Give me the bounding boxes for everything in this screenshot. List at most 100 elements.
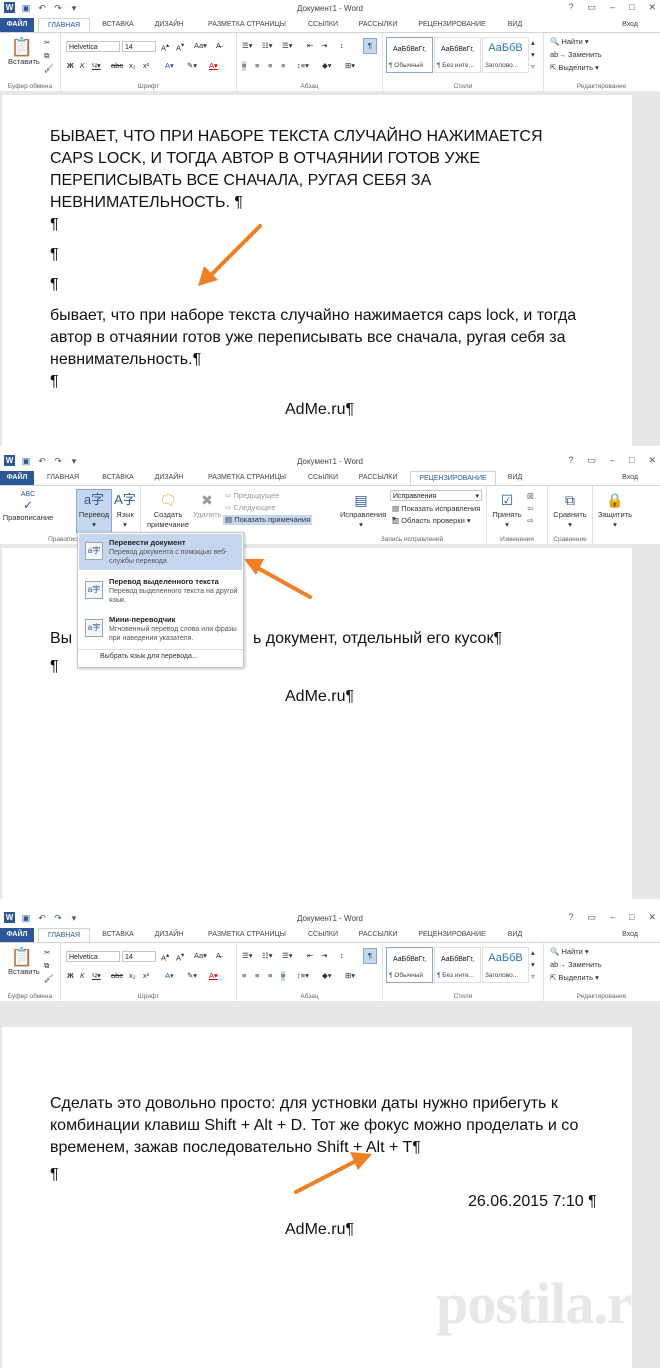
font-size-field[interactable]: 14 bbox=[122, 41, 156, 52]
styles-scroll-icon[interactable]: ▴ ▾ ▿ bbox=[531, 947, 535, 983]
underline-icon[interactable]: Ч▾ bbox=[92, 971, 101, 981]
sort-icon[interactable]: ↕ bbox=[340, 951, 344, 961]
menu-item-mini-translator[interactable]: a字 Мини-переводчик Мгновенный перевод сл… bbox=[79, 613, 242, 647]
format-painter-icon[interactable]: 🖌 bbox=[44, 64, 54, 74]
minimize-icon[interactable]: – bbox=[610, 2, 615, 13]
maximize-icon[interactable]: □ bbox=[629, 912, 634, 923]
new-comment-button[interactable]: 🗨 Создать примечание bbox=[143, 490, 193, 530]
menu-item-choose-language[interactable]: Выбрать язык для перевода... bbox=[79, 652, 242, 664]
copy-icon[interactable]: ⧉ bbox=[44, 961, 49, 971]
tab-references[interactable]: ССЫЛКИ bbox=[300, 928, 346, 942]
borders-icon[interactable]: ⊞▾ bbox=[345, 61, 355, 71]
close-icon[interactable]: ✕ bbox=[648, 455, 656, 466]
ribbon-display-icon[interactable]: ▭ bbox=[587, 2, 596, 13]
compare-button[interactable]: ⧉ Сравнить ▾ bbox=[550, 490, 590, 530]
multilevel-icon[interactable]: ☰▾ bbox=[282, 951, 293, 961]
accept-button[interactable]: ☑ Принять ▾ bbox=[489, 490, 525, 530]
superscript-icon[interactable]: x² bbox=[143, 61, 149, 71]
menu-item-translate-document[interactable]: a字 Перевести документ Перевод документа … bbox=[79, 534, 242, 570]
align-right-icon[interactable]: ≡ bbox=[268, 971, 272, 981]
replace-button[interactable]: ab→ Заменить bbox=[550, 960, 602, 970]
review-pane-button[interactable]: ▥ Область проверки ▾ bbox=[392, 516, 471, 526]
tab-file[interactable]: ФАЙЛ bbox=[0, 18, 34, 32]
tab-insert[interactable]: ВСТАВКА bbox=[95, 928, 141, 942]
strikethrough-icon[interactable]: abc bbox=[111, 971, 123, 981]
show-marks-icon[interactable]: ¶ bbox=[363, 38, 377, 54]
align-left-icon[interactable]: ≡ bbox=[242, 61, 247, 71]
borders-icon[interactable]: ⊞▾ bbox=[345, 971, 355, 981]
maximize-icon[interactable]: □ bbox=[629, 2, 634, 13]
cut-icon[interactable]: ✂ bbox=[44, 38, 50, 48]
increase-indent-icon[interactable]: ⇥ bbox=[321, 951, 327, 961]
paste-button[interactable]: 📋 Вставить bbox=[8, 947, 40, 977]
paste-button[interactable]: 📋 Вставить bbox=[8, 37, 40, 67]
sign-in-link[interactable]: Вход bbox=[622, 18, 638, 32]
maximize-icon[interactable]: □ bbox=[629, 455, 634, 466]
tab-home[interactable]: ГЛАВНАЯ bbox=[38, 18, 90, 33]
tab-layout[interactable]: РАЗМЕТКА СТРАНИЦЫ bbox=[198, 928, 296, 942]
help-icon[interactable]: ? bbox=[568, 2, 573, 13]
ribbon-display-icon[interactable]: ▭ bbox=[587, 455, 596, 466]
tab-layout[interactable]: РАЗМЕТКА СТРАНИЦЫ bbox=[198, 471, 296, 485]
show-marks-icon[interactable]: ¶ bbox=[363, 948, 377, 964]
spelling-button[interactable]: ABC ✓ Правописание bbox=[2, 490, 54, 523]
tab-references[interactable]: ССЫЛКИ bbox=[300, 471, 346, 485]
minimize-icon[interactable]: – bbox=[610, 912, 615, 923]
find-button[interactable]: 🔍 Найти ▾ bbox=[550, 37, 589, 47]
font-name-field[interactable]: Helvetica bbox=[66, 41, 120, 52]
shrink-font-icon[interactable]: A▾ bbox=[176, 41, 184, 54]
highlight-icon[interactable]: ✎▾ bbox=[187, 61, 197, 71]
style-no-spacing[interactable]: АаБбВвГг, ¶ Без инте... bbox=[434, 37, 481, 73]
tab-home[interactable]: ГЛАВНАЯ bbox=[38, 928, 90, 943]
language-button[interactable]: A字 Язык ▾ bbox=[112, 490, 138, 530]
tab-design[interactable]: ДИЗАЙН bbox=[148, 18, 190, 32]
text-effects-icon[interactable]: A▾ bbox=[165, 971, 174, 981]
font-color-icon[interactable]: A▾ bbox=[209, 971, 218, 981]
tab-file[interactable]: ФАЙЛ bbox=[0, 471, 34, 485]
tab-review[interactable]: РЕЦЕНЗИРОВАНИЕ bbox=[410, 18, 494, 32]
ribbon-display-icon[interactable]: ▭ bbox=[587, 912, 596, 923]
multilevel-icon[interactable]: ☰▾ bbox=[282, 41, 293, 51]
highlight-icon[interactable]: ✎▾ bbox=[187, 971, 197, 981]
line-spacing-icon[interactable]: ↕≡▾ bbox=[297, 971, 309, 981]
select-button[interactable]: ⇱ Выделить ▾ bbox=[550, 973, 599, 983]
styles-scroll-icon[interactable]: ▴ ▾ ▿ bbox=[531, 37, 535, 73]
tab-review[interactable]: РЕЦЕНЗИРОВАНИЕ bbox=[410, 471, 496, 486]
strikethrough-icon[interactable]: abc bbox=[111, 61, 123, 71]
subscript-icon[interactable]: x₂ bbox=[129, 971, 136, 981]
show-comments-button[interactable]: ▤ Показать примечания bbox=[223, 515, 313, 525]
tab-home[interactable]: ГЛАВНАЯ bbox=[38, 471, 88, 485]
shading-icon[interactable]: ◆▾ bbox=[322, 971, 332, 981]
shrink-font-icon[interactable]: A▾ bbox=[176, 951, 184, 964]
change-case-icon[interactable]: Aa▾ bbox=[194, 41, 207, 51]
superscript-icon[interactable]: x² bbox=[143, 971, 149, 981]
tab-mailings[interactable]: РАССЫЛКИ bbox=[352, 18, 404, 32]
select-button[interactable]: ⇱ Выделить ▾ bbox=[550, 63, 599, 73]
justify-icon[interactable]: ≡ bbox=[281, 971, 286, 981]
grow-font-icon[interactable]: A▴ bbox=[161, 951, 169, 964]
style-heading[interactable]: АаБбВ Заголово... bbox=[482, 947, 529, 983]
change-case-icon[interactable]: Aa▾ bbox=[194, 951, 207, 961]
bullets-icon[interactable]: ☰▾ bbox=[242, 41, 253, 51]
tab-file[interactable]: ФАЙЛ bbox=[0, 928, 34, 942]
sign-in-link[interactable]: Вход bbox=[622, 471, 638, 485]
help-icon[interactable]: ? bbox=[568, 912, 573, 923]
translate-button[interactable]: a字 Перевод ▾ bbox=[76, 489, 112, 533]
next-comment-button[interactable]: ⇨ Следующее bbox=[225, 503, 275, 513]
numbering-icon[interactable]: ☷▾ bbox=[262, 41, 273, 51]
increase-indent-icon[interactable]: ⇥ bbox=[321, 41, 327, 51]
align-right-icon[interactable]: ≡ bbox=[268, 61, 272, 71]
tab-review[interactable]: РЕЦЕНЗИРОВАНИЕ bbox=[410, 928, 494, 942]
minimize-icon[interactable]: – bbox=[610, 455, 615, 466]
markup-mode-select[interactable]: Исправления ▾ bbox=[390, 490, 482, 501]
previous-comment-button[interactable]: ⇦ Предыдущее bbox=[225, 491, 279, 501]
sort-icon[interactable]: ↕ bbox=[340, 41, 344, 51]
text-effects-icon[interactable]: A▾ bbox=[165, 61, 174, 71]
tab-view[interactable]: ВИД bbox=[500, 471, 530, 485]
font-size-field[interactable]: 14 bbox=[122, 951, 156, 962]
font-color-icon[interactable]: A▾ bbox=[209, 61, 218, 71]
line-spacing-icon[interactable]: ↕≡▾ bbox=[297, 61, 309, 71]
clear-format-icon[interactable]: A̶ bbox=[216, 951, 221, 961]
tab-insert[interactable]: ВСТАВКА bbox=[95, 18, 141, 32]
justify-icon[interactable]: ≡ bbox=[281, 61, 285, 71]
